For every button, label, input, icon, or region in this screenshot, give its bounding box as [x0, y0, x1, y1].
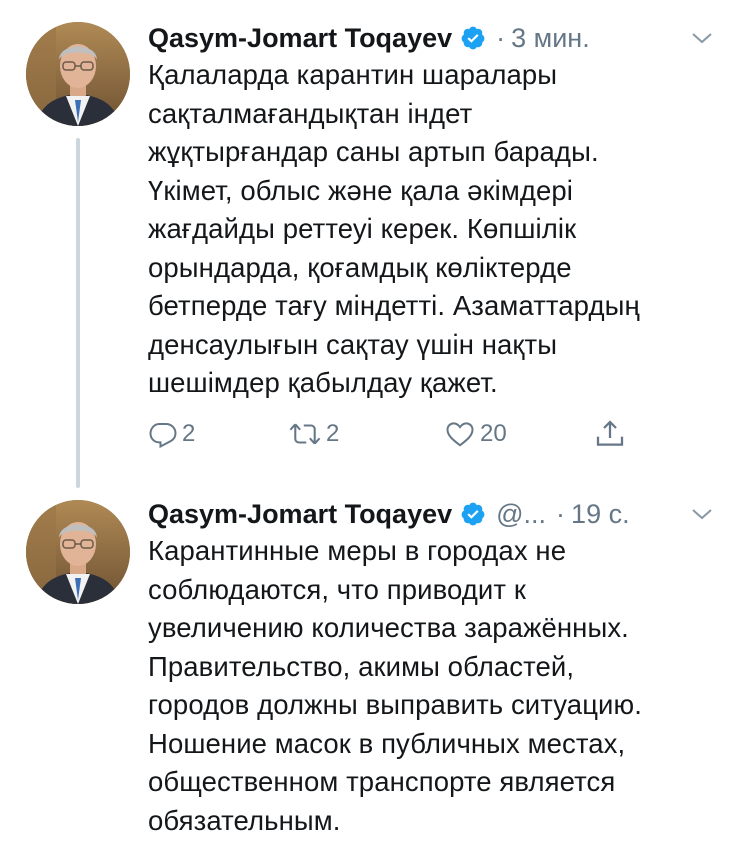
like-count: 20 — [480, 420, 507, 447]
retweet-count: 2 — [326, 420, 340, 447]
verified-badge-icon — [460, 501, 486, 527]
chevron-down-icon[interactable] — [690, 26, 714, 50]
like-button[interactable]: 20 — [444, 412, 507, 456]
tweet[interactable]: Qasym-Jomart Toqayev @... · 19 с. Карант… — [0, 480, 744, 842]
retweet-icon — [288, 419, 322, 449]
tweet-text: Карантинные меры в городах не соблюдаютс… — [148, 535, 642, 836]
avatar[interactable] — [26, 22, 130, 126]
reply-button[interactable]: 2 — [148, 412, 195, 456]
share-icon — [594, 418, 626, 450]
timestamp[interactable]: 19 с. — [571, 499, 630, 530]
author-handle[interactable]: @... — [496, 499, 546, 530]
author-name[interactable]: Qasym-Jomart Toqayev — [148, 23, 452, 54]
tweet-header: Qasym-Jomart Toqayev @... · 19 с. — [148, 494, 720, 534]
tweet[interactable]: Qasym-Jomart Toqayev · 3 мин. Қалаларда … — [0, 0, 744, 480]
verified-badge-icon — [460, 25, 486, 51]
reply-icon — [148, 419, 178, 449]
tweet-actions: 2 2 20 — [148, 412, 648, 456]
chevron-down-icon[interactable] — [690, 502, 714, 526]
avatar[interactable] — [26, 500, 130, 604]
author-name[interactable]: Qasym-Jomart Toqayev — [148, 499, 452, 530]
heart-icon — [444, 419, 476, 449]
share-button[interactable] — [594, 412, 626, 456]
reply-count: 2 — [182, 420, 196, 447]
retweet-button[interactable]: 2 — [288, 412, 339, 456]
separator-dot: · — [496, 22, 506, 53]
timestamp[interactable]: 3 мин. — [511, 23, 590, 54]
tweet-text: Қалаларда карантин шаралары сақталмағанд… — [148, 59, 640, 398]
tweet-header: Qasym-Jomart Toqayev · 3 мин. — [148, 18, 720, 58]
separator-dot: · — [556, 498, 566, 529]
